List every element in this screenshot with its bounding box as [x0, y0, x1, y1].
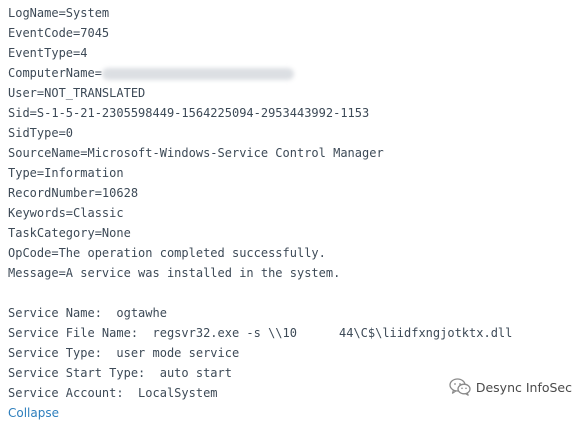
- watermark: Desync InfoSec: [449, 378, 572, 396]
- op-code-line: OpCode=The operation completed successfu…: [8, 243, 574, 263]
- event-type-line: EventType=4: [8, 43, 574, 63]
- service-file-name-line: Service File Name: regsvr32.exe -s \\10 4…: [8, 323, 574, 343]
- service-file-name-suffix: 44\C$\liidfxngjotktx.dll: [339, 326, 512, 340]
- redacted-computer-name: [102, 68, 294, 80]
- service-type-line: Service Type: user mode service: [8, 343, 574, 363]
- message-line: Message=A service was installed in the s…: [8, 263, 574, 283]
- keywords-line: Keywords=Classic: [8, 203, 574, 223]
- task-category-line: TaskCategory=None: [8, 223, 574, 243]
- event-log-details: LogName=System EventCode=7045 EventType=…: [8, 3, 574, 423]
- wechat-logo-icon: [449, 378, 471, 396]
- event-code-line: EventCode=7045: [8, 23, 574, 43]
- record-number-line: RecordNumber=10628: [8, 183, 574, 203]
- service-file-name-prefix: Service File Name: regsvr32.exe -s \\10: [8, 326, 297, 340]
- computer-name-label: ComputerName=: [8, 66, 102, 80]
- redacted-ip-gap: [297, 336, 339, 337]
- sid-type-line: SidType=0: [8, 123, 574, 143]
- source-name-line: SourceName=Microsoft-Windows-Service Con…: [8, 143, 574, 163]
- blank-line: [8, 283, 574, 303]
- type-line: Type=Information: [8, 163, 574, 183]
- computer-name-line: ComputerName=: [8, 63, 574, 83]
- log-name-line: LogName=System: [8, 3, 574, 23]
- collapse-link[interactable]: Collapse: [8, 403, 574, 423]
- sid-line: Sid=S-1-5-21-2305598449-1564225094-29534…: [8, 103, 574, 123]
- watermark-text: Desync InfoSec: [476, 380, 572, 395]
- service-name-line: Service Name: ogtawhe: [8, 303, 574, 323]
- user-line: User=NOT_TRANSLATED: [8, 83, 574, 103]
